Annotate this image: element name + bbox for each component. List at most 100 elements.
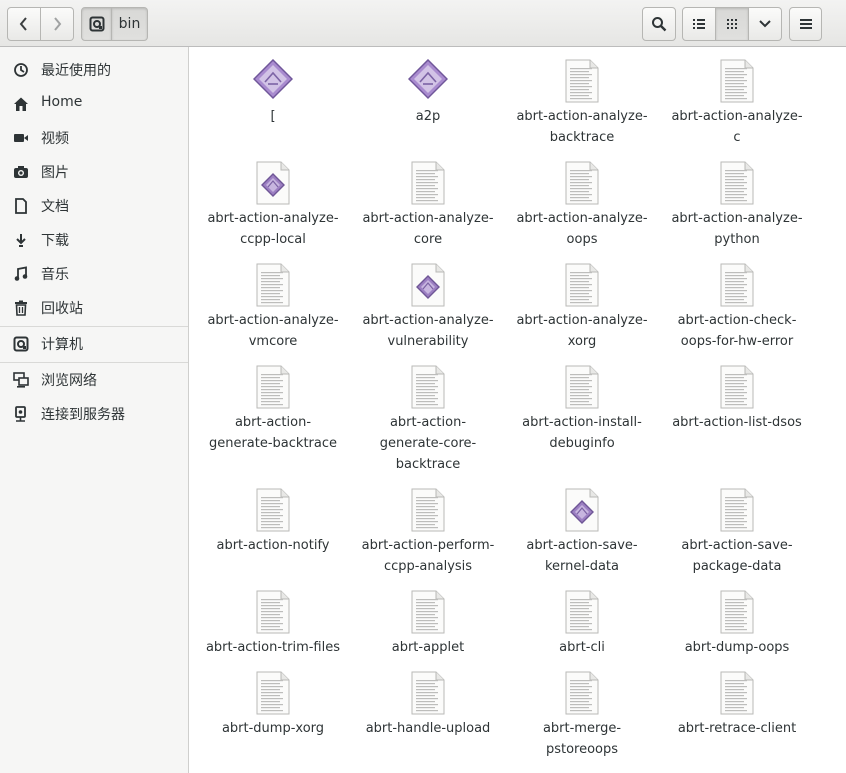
file-item[interactable]: abrt-action-analyze- vmcore	[198, 263, 348, 352]
file-item[interactable]: abrt-action- generate-backtrace	[198, 365, 348, 454]
file-name: abrt-action-analyze- oops	[516, 211, 648, 247]
file-item[interactable]: a2p	[353, 58, 503, 127]
text-file-icon	[408, 161, 448, 205]
file-name: abrt-action-trim-files	[205, 640, 341, 655]
file-item[interactable]: abrt-retrace-client	[662, 671, 812, 739]
sidebar-item-connect-server[interactable]: 连接到服务器	[0, 399, 188, 427]
text-file-icon	[253, 263, 293, 307]
camera-icon	[12, 163, 29, 180]
text-file-icon	[717, 590, 757, 634]
drive-icon	[89, 16, 104, 32]
hamburger-menu-icon	[799, 19, 812, 29]
document-icon	[12, 197, 29, 214]
file-name: abrt-handle-upload	[365, 721, 491, 736]
file-name: abrt-action-save- package-data	[681, 538, 793, 574]
pathbar-label: bin	[118, 16, 141, 32]
search-button[interactable]	[642, 7, 676, 41]
search-icon	[652, 17, 667, 32]
file-name: abrt-retrace-client	[677, 721, 797, 736]
file-item[interactable]: abrt-dump-oops	[662, 590, 812, 658]
file-item[interactable]: abrt-dump-xorg	[198, 671, 348, 739]
file-item[interactable]: abrt-action-analyze- python	[662, 161, 812, 250]
file-item[interactable]: abrt-action-perform- ccpp-analysis	[353, 488, 503, 577]
sidebar-item-network[interactable]: 浏览网络	[0, 365, 188, 393]
file-item[interactable]: abrt-cli	[507, 590, 657, 658]
file-name: abrt-action-analyze- core	[362, 211, 494, 247]
text-file-icon	[717, 161, 757, 205]
sidebar-item-music[interactable]: 音乐	[0, 259, 188, 287]
header-bar: bin	[0, 0, 846, 47]
executable-icon	[252, 58, 294, 103]
file-item[interactable]: abrt-applet	[353, 590, 503, 658]
executable-icon	[407, 58, 449, 103]
file-item[interactable]: abrt-action-analyze- core	[353, 161, 503, 250]
chevron-down-icon	[759, 20, 771, 28]
server-icon	[12, 405, 29, 422]
file-item[interactable]: abrt-action-analyze- oops	[507, 161, 657, 250]
computer-icon	[12, 335, 29, 352]
sidebar-item-label: 图片	[41, 165, 69, 181]
file-item[interactable]: abrt-action-analyze- vulnerability	[353, 263, 503, 352]
text-file-icon	[717, 488, 757, 532]
music-icon	[12, 265, 29, 282]
file-name: abrt-action-perform- ccpp-analysis	[361, 538, 495, 574]
script-file-icon	[253, 161, 293, 205]
location-drive-button[interactable]	[81, 7, 112, 41]
file-item[interactable]: abrt-action-analyze- c	[662, 59, 812, 148]
view-options-button[interactable]	[749, 7, 782, 41]
sidebar-item-pictures[interactable]: 图片	[0, 157, 188, 185]
file-item[interactable]: abrt-action-analyze- ccpp-local	[198, 161, 348, 250]
home-icon	[12, 95, 29, 112]
file-item[interactable]: abrt-action-save- kernel-data	[507, 488, 657, 577]
sidebar-item-trash[interactable]: 回收站	[0, 293, 188, 321]
script-file-icon	[562, 488, 602, 532]
file-name: abrt-action-analyze- backtrace	[516, 109, 648, 145]
text-file-icon	[253, 488, 293, 532]
file-item[interactable]: abrt-action-trim-files	[198, 590, 348, 658]
menu-button[interactable]	[789, 7, 822, 41]
file-name: abrt-action-save- kernel-data	[526, 538, 638, 574]
sidebar-item-documents[interactable]: 文档	[0, 191, 188, 219]
sidebar-item-label: 文档	[41, 199, 69, 215]
file-item[interactable]: abrt-action- generate-core- backtrace	[353, 365, 503, 475]
file-item[interactable]: abrt-merge- pstoreoops	[507, 671, 657, 760]
file-item[interactable]: abrt-action-save- package-data	[662, 488, 812, 577]
file-name: a2p	[415, 109, 441, 124]
recent-icon	[12, 61, 29, 78]
sidebar-item-videos[interactable]: 视频	[0, 123, 188, 151]
file-name: abrt-action-notify	[216, 538, 330, 553]
file-name: abrt-dump-oops	[684, 640, 790, 655]
pathbar-bin-button[interactable]: bin	[112, 7, 148, 41]
file-name: abrt-action-analyze- xorg	[516, 313, 648, 349]
sidebar-item-label: 下载	[41, 233, 69, 249]
back-button[interactable]	[7, 7, 41, 41]
file-item[interactable]: [	[198, 58, 348, 127]
file-item[interactable]: abrt-action-check- oops-for-hw-error	[662, 263, 812, 352]
grid-view-button[interactable]	[716, 7, 749, 41]
file-name: abrt-applet	[391, 640, 465, 655]
file-item[interactable]: abrt-handle-upload	[353, 671, 503, 739]
sidebar-item-downloads[interactable]: 下载	[0, 225, 188, 253]
file-item[interactable]: abrt-action-install- debuginfo	[507, 365, 657, 454]
sidebar-item-computer[interactable]: 计算机	[0, 329, 188, 357]
file-name: abrt-action-install- debuginfo	[522, 415, 642, 451]
file-item[interactable]: abrt-action-analyze- xorg	[507, 263, 657, 352]
text-file-icon	[253, 671, 293, 715]
sidebar-item-label: 浏览网络	[41, 373, 97, 389]
file-item[interactable]: abrt-action-notify	[198, 488, 348, 556]
text-file-icon	[562, 365, 602, 409]
sidebar-item-label: 计算机	[41, 337, 83, 353]
sidebar-item-recent[interactable]: 最近使用的	[0, 55, 188, 83]
chevron-left-icon	[19, 17, 27, 31]
sidebar-item-label: 最近使用的	[41, 63, 111, 79]
list-view-button[interactable]	[682, 7, 716, 41]
sidebar-item-label: 回收站	[41, 301, 83, 317]
file-name: abrt-merge- pstoreoops	[542, 721, 622, 757]
file-item[interactable]: abrt-action-analyze- backtrace	[507, 59, 657, 148]
places-sidebar: 最近使用的 Home 视频 图片 文档 下载 音乐 回收站 计算机 浏览网络 连…	[0, 47, 189, 773]
file-item[interactable]: abrt-action-list-dsos	[662, 365, 812, 433]
sidebar-item-home[interactable]: Home	[0, 89, 188, 117]
forward-button[interactable]	[41, 7, 74, 41]
text-file-icon	[562, 263, 602, 307]
sidebar-item-label: 连接到服务器	[41, 407, 125, 423]
